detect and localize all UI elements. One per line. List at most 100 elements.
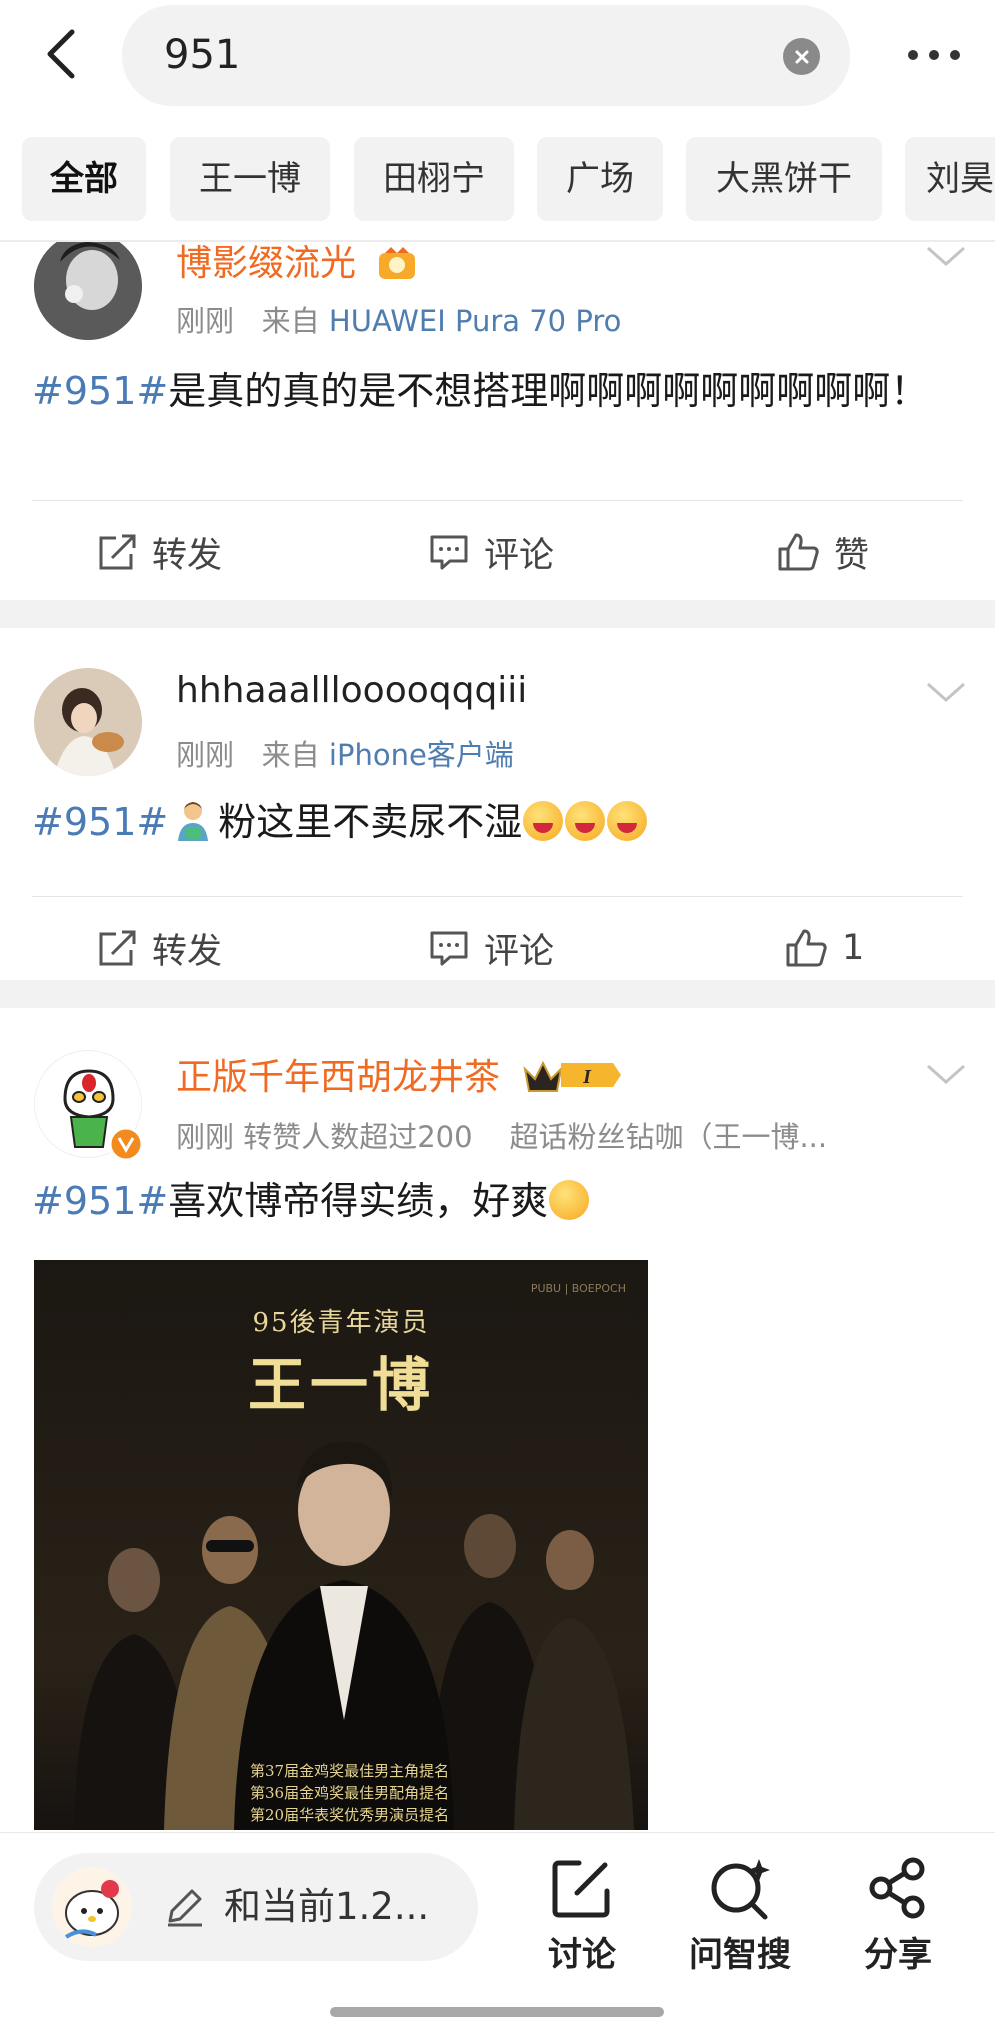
chevron-down-icon[interactable] [925,1062,967,1088]
post-body: 喜欢博帝得实绩，好爽 [168,1179,549,1223]
discuss-button[interactable]: 讨论 [522,1855,642,1985]
award-note: 第37届金鸡奖最佳男主角提名 [250,1762,450,1780]
username[interactable]: 博影缀流光 [176,242,417,286]
comment-button[interactable]: 评论 [428,522,554,582]
post-body: 粉这里不卖尿不湿 [218,800,523,844]
share-label: 分享 [864,1935,932,1975]
more-dot-icon [929,50,939,60]
repost-label: 转发 [152,535,223,576]
repost-icon [99,930,136,966]
post-card[interactable]: 博影缀流光 刚刚 来自 HUAWEI Pura 70 Pro #951#是真的真… [0,242,995,600]
tab-tianxuning[interactable]: 田栩宁 [354,137,514,221]
tab-liuhao[interactable]: 刘昊 [905,137,995,221]
post-meta: 刚刚 来自 iPhone客户端 [176,732,514,774]
post-text: #951#喜欢博帝得实绩，好爽 [32,1172,962,1230]
filter-tabs: 全部 王一博 田栩宁 广场 大黑饼干 刘昊 [0,137,995,221]
comment-button[interactable]: 评论 [428,918,554,978]
post-source[interactable]: iPhone客户端 [329,738,514,772]
chevron-down-icon[interactable] [925,680,967,706]
username-text[interactable]: 博影缀流光 [176,243,356,284]
fan-badge-text[interactable]: 超话粉丝钻咖（王一博... [509,1120,827,1154]
ai-search-button[interactable]: 问智搜 [680,1855,800,1985]
hashtag-link[interactable]: #951# [32,369,168,413]
hashtag-link[interactable]: #951# [32,1179,168,1223]
tab-all[interactable]: 全部 [22,137,146,221]
verified-badge-icon [108,1126,144,1162]
hashtag-link[interactable]: #951# [32,800,168,844]
source-prefix: 来自 [261,304,320,338]
home-indicator[interactable] [330,2007,664,2017]
search-box[interactable]: 951 [122,5,850,106]
username[interactable]: hhhaaalllooooqqqiii [176,670,527,711]
discuss-label: 讨论 [548,1935,616,1975]
user-avatar[interactable] [52,1867,132,1947]
bottom-bar: 和当前1.2... 讨论 问智搜 分享 [0,1832,995,2041]
poster-corner-text: PUBU | BOEPOCH [530,1282,626,1295]
avatar[interactable] [34,242,142,340]
ai-search-icon [711,1859,770,1920]
comment-label: 评论 [484,535,555,576]
clear-search-button[interactable] [783,38,820,75]
back-arrow-icon [47,29,75,79]
more-dot-icon [908,50,918,60]
username[interactable]: 正版千年西胡龙井茶 I [176,1048,625,1100]
emoji-icon [523,801,564,841]
tab-square[interactable]: 广场 [537,137,663,221]
poster-title: 王一博 [247,1351,434,1419]
award-note: 第20届华表奖优秀男演员提名 [250,1806,450,1824]
like-count: 1 [842,928,865,968]
tab-wangyibo[interactable]: 王一博 [170,137,330,221]
pencil-icon [168,1889,202,1927]
avatar-image [52,1867,132,1947]
emoji-icon [549,1180,590,1220]
share-button[interactable]: 分享 [838,1855,958,1985]
feed: 博影缀流光 刚刚 来自 HUAWEI Pura 70 Pro #951#是真的真… [0,242,995,1832]
post-body: 是真的真的是不想搭理啊啊啊啊啊啊啊啊啊！ [168,369,929,413]
edit-icon [552,1860,610,1918]
username-text[interactable]: 正版千年西胡龙井茶 [176,1057,500,1098]
emoji-icon [565,801,606,841]
comment-icon [430,931,468,966]
comment-input[interactable]: 和当前1.2... [34,1853,478,1961]
repost-button[interactable]: 转发 [96,522,222,582]
thumbs-up-icon [778,533,819,571]
post-time: 刚刚 [176,304,235,338]
poster-subtitle: 95後青年演员 [252,1308,430,1338]
post-source[interactable]: HUAWEI Pura 70 Pro [329,304,621,338]
emoji-icon [607,801,648,841]
post-text: #951#是真的真的是不想搭理啊啊啊啊啊啊啊啊啊！ [32,362,962,420]
award-note: 第36届金鸡奖最佳男配角提名 [250,1784,450,1802]
search-query[interactable]: 951 [164,5,240,106]
post-card[interactable]: hhhaaalllooooqqqiii 刚刚 来自 iPhone客户端 #951… [0,628,995,980]
repost-icon [99,534,136,570]
post-meta: 刚刚 转赞人数超过200 超话粉丝钻咖（王一博... [176,1114,827,1156]
avatar-image [34,668,142,776]
post-stat-note: 转赞人数超过200 [243,1120,473,1154]
share-icon [869,1857,925,1919]
top-bar: 951 [0,0,995,112]
like-button[interactable]: 1 [784,918,864,978]
divider [32,896,963,897]
person-emoji-icon [178,802,209,841]
source-prefix: 来自 [261,738,320,772]
more-options-button[interactable] [884,30,984,80]
vip-level-badge-icon: I [523,1060,622,1092]
post-meta: 刚刚 来自 HUAWEI Pura 70 Pro [176,298,621,340]
ai-search-label: 问智搜 [689,1935,791,1975]
post-text: #951# 粉这里不卖尿不湿 [32,793,962,851]
like-button[interactable]: 赞 [776,522,869,582]
thumbs-up-icon [786,929,827,967]
repost-label: 转发 [152,931,223,972]
like-label: 赞 [834,535,870,576]
avatar[interactable] [34,668,142,776]
post-separator [0,600,995,628]
avatar-image [34,242,142,340]
tab-dahei-binggan[interactable]: 大黑饼干 [686,137,882,221]
chevron-down-icon[interactable] [925,244,967,270]
divider [32,500,963,501]
repost-button[interactable]: 转发 [96,918,222,978]
back-button[interactable] [30,24,90,84]
post-image[interactable]: PUBU | BOEPOCH 95後青年演员 王一博 第37届金鸡奖最佳男主角提… [34,1260,648,1830]
vip-level-text: I [583,1066,593,1088]
comment-placeholder[interactable]: 和当前1.2... [224,1853,429,1961]
